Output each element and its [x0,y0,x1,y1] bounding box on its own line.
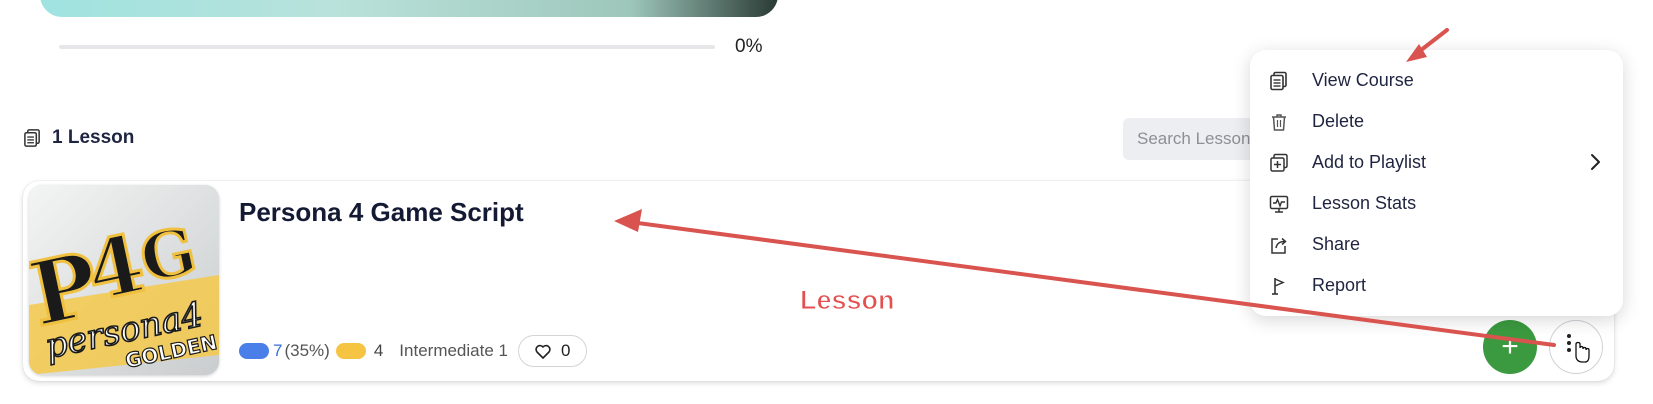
flag-icon [1268,275,1290,297]
playlist-add-icon [1268,152,1290,174]
course-cover-image [40,0,778,17]
menu-item-label: Add to Playlist [1312,152,1427,172]
course-progress-text: 0% [735,36,763,57]
menu-item-label: View Course [1312,70,1414,90]
lesson-stats-row: 7 (35%) 4 Intermediate 1 0 [239,335,588,367]
like-button[interactable]: 0 [517,335,588,367]
kebab-and-cursor-icon [1567,334,1590,363]
more-options-button[interactable] [1549,320,1603,374]
lesson-thumbnail[interactable]: P 4 G persona4 GOLDEN [29,185,219,375]
trash-icon [1268,111,1290,133]
lesson-level: Intermediate 1 [399,341,508,360]
known-words-pill [239,343,269,359]
menu-item-label: Report [1312,275,1367,295]
menu-item-share[interactable]: Share [1250,224,1623,265]
menu-item-label: Delete [1312,111,1365,131]
course-icon [1268,70,1290,92]
lessons-icon [24,129,40,147]
like-count: 0 [560,341,571,360]
share-icon [1268,234,1290,256]
lesson-count-label: 1 Lesson [52,127,135,148]
known-words-count: 7 [273,341,283,360]
course-progress-bar [59,45,715,49]
menu-item-view-course[interactable]: View Course [1250,60,1623,101]
chevron-right-icon [1591,154,1600,170]
menu-item-lesson-stats[interactable]: Lesson Stats [1250,183,1623,224]
lingqs-count: 4 [373,341,384,360]
heart-icon [535,344,551,359]
known-words-percent: (35%) [284,341,330,360]
lesson-context-menu: View Course Delete Add to Playlist Lesso… [1250,50,1623,316]
lesson-title[interactable]: Persona 4 Game Script [239,197,524,228]
annotation-lesson-label: Lesson [800,285,896,316]
menu-item-delete[interactable]: Delete [1250,101,1623,142]
menu-item-report[interactable]: Report [1250,265,1623,306]
menu-item-add-to-playlist[interactable]: Add to Playlist [1250,142,1623,183]
lesson-count-header: 1 Lesson [23,127,134,149]
menu-item-label: Lesson Stats [1312,193,1417,213]
lingqs-pill [335,343,366,359]
stats-icon [1268,193,1290,215]
menu-item-label: Share [1312,234,1361,254]
add-lesson-button[interactable]: + [1483,320,1537,374]
persona-logo-image: P 4 G persona4 GOLDEN [29,185,219,375]
